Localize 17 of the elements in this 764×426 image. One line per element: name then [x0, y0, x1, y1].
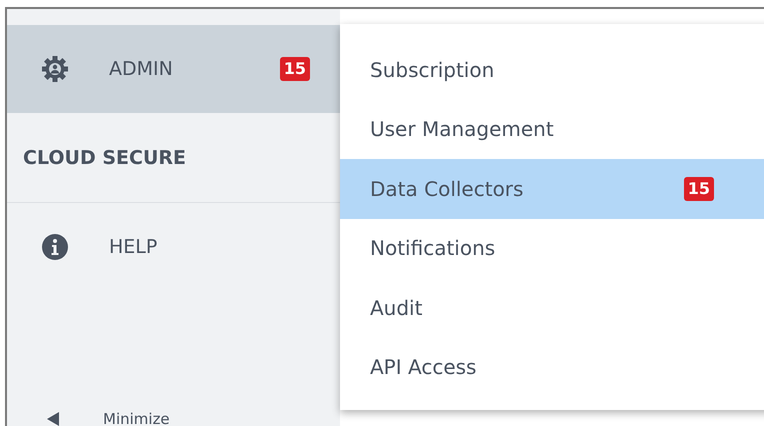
menu-item[interactable]: Audit — [340, 278, 764, 338]
collapse-triangle-icon[interactable] — [47, 412, 59, 426]
sidebar-label: ADMIN — [109, 58, 174, 80]
gear-icon — [41, 55, 69, 83]
menu-item[interactable]: User Management — [340, 100, 764, 159]
sidebar-label: HELP — [109, 236, 158, 258]
menu-item[interactable]: Data Collectors 15 — [340, 159, 764, 218]
count-badge: 15 — [280, 57, 310, 81]
info-icon — [41, 233, 69, 261]
section-heading: CLOUD SECURE — [23, 146, 186, 168]
menu-item[interactable]: Subscription — [340, 40, 764, 100]
sidebar-item[interactable]: ADMIN 15 — [7, 25, 340, 113]
count-badge: 15 — [684, 176, 714, 201]
menu-item[interactable]: Notifications — [340, 218, 764, 278]
menu-item[interactable]: API Access — [340, 338, 764, 397]
sidebar-item[interactable]: HELP — [7, 203, 340, 291]
minimize-link[interactable]: Minimize — [103, 411, 170, 426]
